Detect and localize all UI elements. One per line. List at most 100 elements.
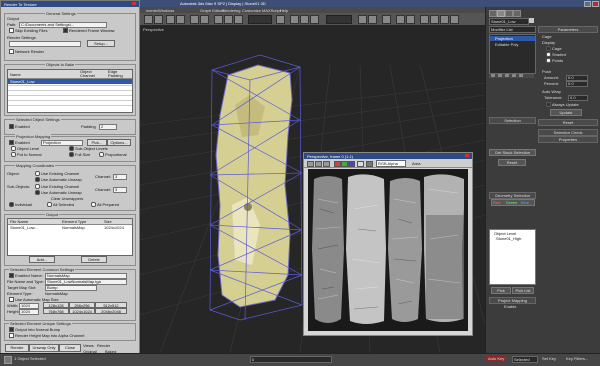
align-icon[interactable] (368, 15, 377, 24)
auto-map-size-checkbox[interactable] (9, 297, 14, 302)
sub-object-levels-radio[interactable] (69, 146, 74, 151)
close-button[interactable]: Close (59, 344, 81, 352)
create-tab-icon[interactable] (489, 10, 497, 17)
channel-display-dropdown[interactable]: RGB Alpha (376, 160, 406, 167)
selection-check-rollout[interactable]: Selection Check (538, 129, 598, 136)
key-mode-dropdown[interactable]: Selected (512, 356, 538, 363)
scale-icon[interactable] (234, 15, 243, 24)
output-row[interactable]: Stone01_Low... NormalsMap 1024x1024 (8, 225, 132, 230)
element-enable-checkbox[interactable] (9, 273, 14, 278)
rgb-selector[interactable]: Red Green Blue (491, 199, 535, 206)
save-image-icon[interactable] (307, 161, 314, 167)
make-unique-icon[interactable] (505, 74, 509, 77)
alpha-channel-icon[interactable] (357, 161, 364, 167)
render-height-map-checkbox[interactable] (9, 333, 14, 338)
percent-field[interactable]: 0.0 (566, 81, 588, 87)
unwrap-only-button[interactable]: Unwrap Only (29, 344, 59, 352)
stack-item-projection[interactable]: Projection (490, 36, 535, 41)
mirror-icon[interactable] (358, 15, 367, 24)
enabled-checkbox[interactable] (9, 124, 14, 129)
geometry-selection-rollout[interactable]: Geometry Selection (489, 192, 536, 199)
unlink-icon[interactable] (176, 15, 185, 24)
skip-existing-checkbox[interactable] (9, 28, 14, 33)
sub-use-existing-radio[interactable] (35, 184, 40, 189)
setup-button[interactable]: Setup... (87, 40, 115, 47)
rendered-frame-window-checkbox[interactable] (63, 28, 68, 33)
normal-map-render[interactable] (308, 169, 468, 331)
clear-unwrappers-label[interactable]: Clear Unwrappers (51, 196, 83, 201)
pick-button[interactable]: Pick... (87, 139, 107, 146)
select-object-icon[interactable] (190, 15, 199, 24)
motion-tab-icon[interactable] (513, 10, 521, 17)
key-filters-button[interactable]: Key Filters... (566, 356, 588, 361)
use-automatic-radio[interactable] (35, 177, 40, 182)
reference-coord-dropdown[interactable] (248, 15, 272, 24)
viewport-label[interactable]: Perspective (143, 27, 164, 32)
output-header-filename[interactable]: File Name (10, 219, 28, 224)
projection-enabled-checkbox[interactable] (9, 140, 14, 145)
render-settings-dropdown[interactable] (9, 41, 81, 47)
percent-snap-icon[interactable] (310, 15, 319, 24)
output-header-element-type[interactable]: Element Type (62, 219, 86, 224)
size-preset-button[interactable]: 768x768 (43, 308, 69, 314)
sub-channel-field[interactable]: 3 (113, 187, 127, 193)
bake-header-channel[interactable]: Object Channel (80, 70, 104, 78)
named-selection-dropdown[interactable] (326, 15, 352, 24)
shaded-radio[interactable] (546, 52, 551, 57)
always-update-checkbox[interactable] (546, 102, 551, 107)
red-channel-icon[interactable] (334, 161, 341, 167)
reset-rollout[interactable]: Reset (538, 119, 598, 126)
rtt-close-icon[interactable] (132, 2, 136, 5)
put-to-normal-radio[interactable] (11, 152, 16, 157)
rendered-frame-close-icon[interactable] (465, 154, 469, 157)
layer-manager-icon[interactable] (382, 15, 391, 24)
schematic-view-icon[interactable] (406, 15, 415, 24)
proportional-radio[interactable] (99, 152, 104, 157)
pivot-icon[interactable] (276, 15, 285, 24)
select-link-icon[interactable] (166, 15, 175, 24)
options-button[interactable]: Options... (107, 139, 131, 146)
use-existing-radio[interactable] (35, 171, 40, 176)
object-color-swatch[interactable] (529, 18, 534, 23)
configure-sets-icon[interactable] (519, 74, 523, 77)
update-button[interactable]: Update (550, 109, 582, 116)
output-header-size[interactable]: Size (104, 219, 112, 224)
properties-rollout[interactable]: Properties (538, 136, 598, 143)
pin-stack-icon[interactable] (491, 74, 495, 77)
bake-objects-list[interactable]: Name Object Channel Edge Padding Stone01… (7, 69, 133, 113)
cage-display-radio[interactable] (546, 46, 551, 51)
pick-object-list[interactable]: Object Level Stone01_High (489, 229, 536, 285)
reset-button[interactable]: Reset (498, 159, 526, 166)
material-editor-icon[interactable] (420, 15, 429, 24)
modify-tab-icon[interactable] (497, 10, 505, 17)
add-element-button[interactable]: Add... (29, 256, 55, 263)
individual-radio[interactable] (9, 202, 14, 207)
points-radio[interactable] (546, 58, 551, 63)
pick-object-button[interactable]: Pick (491, 287, 511, 294)
full-size-radio[interactable] (69, 152, 74, 157)
modifier-list-dropdown[interactable]: Modifier List (489, 26, 536, 33)
network-render-checkbox[interactable] (9, 49, 14, 54)
output-elements-list[interactable]: File Name Element Type Size Stone01_Low.… (7, 218, 133, 256)
render-frame-icon[interactable] (440, 15, 449, 24)
remove-modifier-icon[interactable] (512, 74, 516, 77)
sub-use-automatic-radio[interactable] (35, 190, 40, 195)
pick-list-button[interactable]: Pick List (512, 287, 534, 294)
curve-editor-icon[interactable] (396, 15, 405, 24)
tolerance-field[interactable]: 0.0 (568, 95, 588, 101)
get-stack-selection-button[interactable]: Get Stack Selection (489, 149, 536, 156)
selection-rollout[interactable]: Selection (489, 117, 536, 124)
render-button[interactable]: Render (5, 344, 29, 352)
channel-field[interactable]: 3 (113, 174, 127, 180)
bake-header-name[interactable]: Name (10, 72, 21, 77)
snap-icon[interactable] (290, 15, 299, 24)
parameters-rollout[interactable]: Parameters (538, 26, 598, 33)
time-slider[interactable]: 0 (250, 356, 332, 363)
padding-field[interactable]: 2 (99, 124, 117, 130)
rotate-icon[interactable] (224, 15, 233, 24)
maxscript-listener-icon[interactable] (4, 356, 12, 364)
copy-image-icon[interactable] (315, 161, 322, 167)
list-item[interactable]: Stone01_High (496, 236, 521, 241)
select-by-name-icon[interactable] (200, 15, 209, 24)
auto-key-button[interactable]: Auto Key (486, 356, 507, 361)
